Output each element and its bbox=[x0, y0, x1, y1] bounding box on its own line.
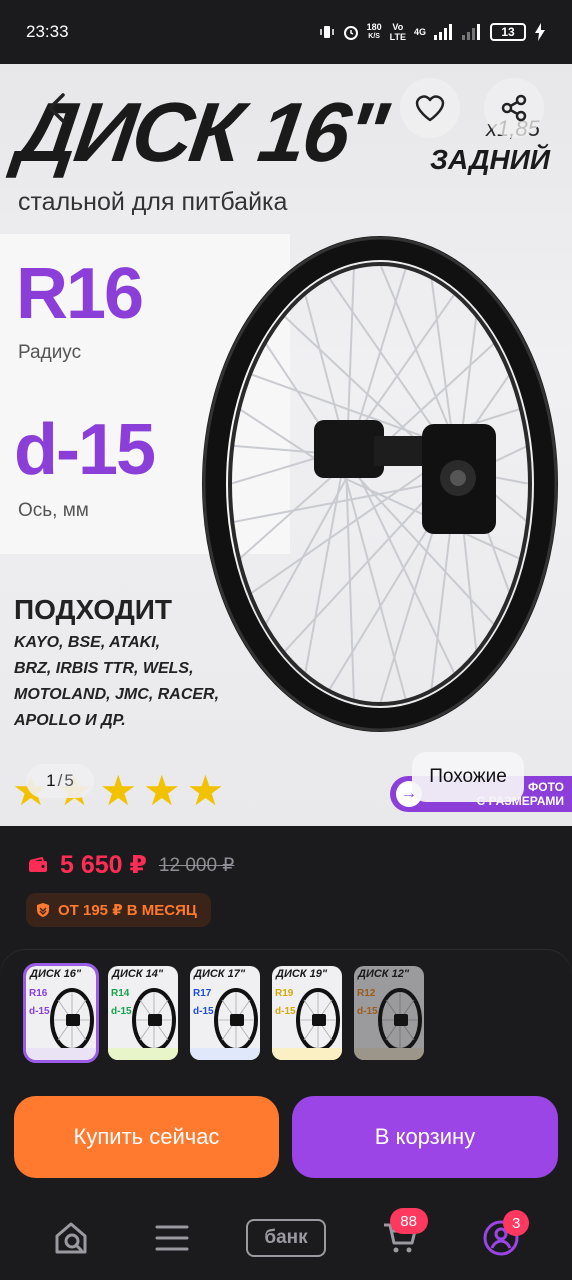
wallet-icon bbox=[29, 857, 47, 872]
thumbnail-radius: R14 bbox=[111, 988, 130, 999]
charging-icon bbox=[535, 23, 545, 41]
thumbnail-footer bbox=[108, 1048, 178, 1060]
share-icon bbox=[501, 94, 527, 122]
network-type: 4G bbox=[414, 27, 426, 37]
alarm-icon bbox=[343, 26, 358, 40]
installment-badge[interactable]: ОТ 195 ₽ В МЕСЯЦ bbox=[26, 893, 211, 927]
thumbnail-wheel bbox=[296, 988, 340, 1052]
thumbnail-axle: d-15 bbox=[275, 1006, 296, 1017]
chevron-left-icon bbox=[48, 93, 65, 123]
signal-2-icon bbox=[462, 24, 480, 40]
star-icon: ★ bbox=[142, 767, 181, 814]
volte-bottom: LTE bbox=[389, 32, 406, 42]
thumbnail-footer bbox=[272, 1048, 342, 1060]
thumbnail[interactable]: ДИСК 12" R12 d-15 bbox=[354, 966, 424, 1060]
signal-icon bbox=[434, 24, 452, 40]
thumbnail-title: ДИСК 19" bbox=[276, 968, 328, 980]
thumbnail-wheel bbox=[132, 988, 176, 1052]
wheel-spoke bbox=[379, 263, 459, 450]
current-price: 5 650 ₽ bbox=[60, 851, 147, 879]
volte-indicator: Vo LTE bbox=[390, 22, 406, 42]
thumbnail[interactable]: ДИСК 16" R16 d-15 bbox=[23, 963, 99, 1063]
favorite-button[interactable] bbox=[400, 78, 460, 138]
tab-profile[interactable]: 3 bbox=[471, 1208, 531, 1268]
thumbnail-radius: R12 bbox=[357, 988, 376, 999]
back-button[interactable] bbox=[26, 78, 86, 138]
tab-home[interactable] bbox=[41, 1208, 101, 1268]
thumbnail-title: ДИСК 12" bbox=[358, 968, 410, 980]
thumbnail-wheel bbox=[378, 988, 422, 1052]
pager-separator: / bbox=[57, 771, 63, 790]
hero-subtitle: стальной для питбайка bbox=[18, 188, 288, 216]
tab-catalog[interactable] bbox=[142, 1208, 202, 1268]
bank-label: банк bbox=[245, 1219, 326, 1257]
volte-top: Vo bbox=[392, 22, 404, 32]
thumbnail[interactable]: ДИСК 14" R14 d-15 bbox=[108, 966, 178, 1060]
menu-icon bbox=[155, 1225, 189, 1251]
pager-total: 5 bbox=[64, 771, 74, 790]
network-label: 4G bbox=[413, 27, 426, 37]
heart-icon bbox=[415, 95, 445, 122]
thumbnail-radius: R19 bbox=[275, 988, 294, 999]
thumbnail-footer bbox=[26, 1048, 96, 1060]
tab-bank[interactable]: банк bbox=[244, 1208, 328, 1268]
battery-level: 13 bbox=[501, 25, 515, 39]
cart-badge: 88 bbox=[389, 1208, 428, 1234]
battery-indicator: 13 bbox=[490, 23, 526, 41]
star-icon: ★ bbox=[99, 767, 137, 814]
old-price: 12 000 ₽ bbox=[158, 854, 235, 876]
product-page: 23:33 180 K/S Vo LTE 4G 13 ДИСК 16" x1,8… bbox=[0, 0, 572, 1280]
net-speed: 180 K/S bbox=[367, 22, 382, 42]
star-icon: ★ bbox=[186, 767, 225, 814]
radius-label: Радиус bbox=[18, 342, 82, 363]
thumbnail-title: ДИСК 14" bbox=[112, 968, 164, 980]
home-search-icon bbox=[55, 1222, 87, 1254]
thumbnail[interactable]: ДИСК 17" R17 d-15 bbox=[190, 966, 260, 1060]
thumbnail-radius: R17 bbox=[193, 988, 212, 999]
status-icons: 180 K/S Vo LTE 4G 13 bbox=[319, 22, 546, 42]
radius-value: R16 bbox=[16, 254, 144, 334]
vibrate-icon bbox=[319, 26, 334, 38]
wheel-illustration bbox=[202, 236, 558, 732]
fits-heading: ПОДХОДИТ bbox=[14, 594, 173, 625]
status-bar: 23:33 180 K/S Vo LTE 4G 13 bbox=[0, 0, 572, 64]
thumbnail-radius: R16 bbox=[29, 988, 48, 999]
bottom-nav: банк 88 3 bbox=[0, 1196, 572, 1280]
profile-badge: 3 bbox=[503, 1210, 530, 1236]
thumbnail-wheel bbox=[50, 988, 94, 1052]
thumbnail-axle: d-15 bbox=[29, 1006, 50, 1017]
tab-cart[interactable]: 88 bbox=[370, 1208, 430, 1268]
installment-text: ОТ 195 ₽ В МЕСЯЦ bbox=[58, 902, 197, 919]
thumbnail-footer bbox=[354, 1048, 424, 1060]
status-time: 23:33 bbox=[26, 22, 69, 41]
net-speed-unit: K/S bbox=[368, 33, 380, 40]
thumbnail-axle: d-15 bbox=[111, 1006, 132, 1017]
axle-label: Ось, мм bbox=[18, 500, 89, 521]
buy-now-button[interactable]: Купить сейчас bbox=[14, 1096, 279, 1178]
image-pager: 1 / 5 bbox=[26, 764, 94, 798]
shield-icon bbox=[37, 903, 49, 917]
pager-current: 1 bbox=[46, 771, 56, 790]
similar-button[interactable]: Похожие bbox=[412, 752, 524, 802]
thumbnail-wheel bbox=[214, 988, 258, 1052]
share-button[interactable] bbox=[484, 78, 544, 138]
thumbnail-title: ДИСК 16" bbox=[30, 968, 82, 980]
thumbnail-title: ДИСК 17" bbox=[194, 968, 246, 980]
add-to-cart-button[interactable]: В корзину bbox=[292, 1096, 558, 1178]
product-image[interactable]: ДИСК 16" x1,85 ЗАДНИЙ стальной для питба… bbox=[0, 64, 572, 826]
thumbnail-axle: d-15 bbox=[357, 1006, 378, 1017]
thumbnail-axle: d-15 bbox=[193, 1006, 214, 1017]
thumbnail-footer bbox=[190, 1048, 260, 1060]
thumbnail[interactable]: ДИСК 19" R19 d-15 bbox=[272, 966, 342, 1060]
price-row: 5 650 ₽ 12 000 ₽ bbox=[28, 850, 234, 880]
hero-position: ЗАДНИЙ bbox=[430, 144, 550, 175]
net-speed-value: 180 bbox=[366, 22, 382, 32]
thumbnail-strip: ДИСК 16" R16 d-15 ДИСК 14" R14 d-15 ДИСК 17"… bbox=[23, 963, 424, 1063]
axle-value: d-15 bbox=[14, 410, 156, 490]
